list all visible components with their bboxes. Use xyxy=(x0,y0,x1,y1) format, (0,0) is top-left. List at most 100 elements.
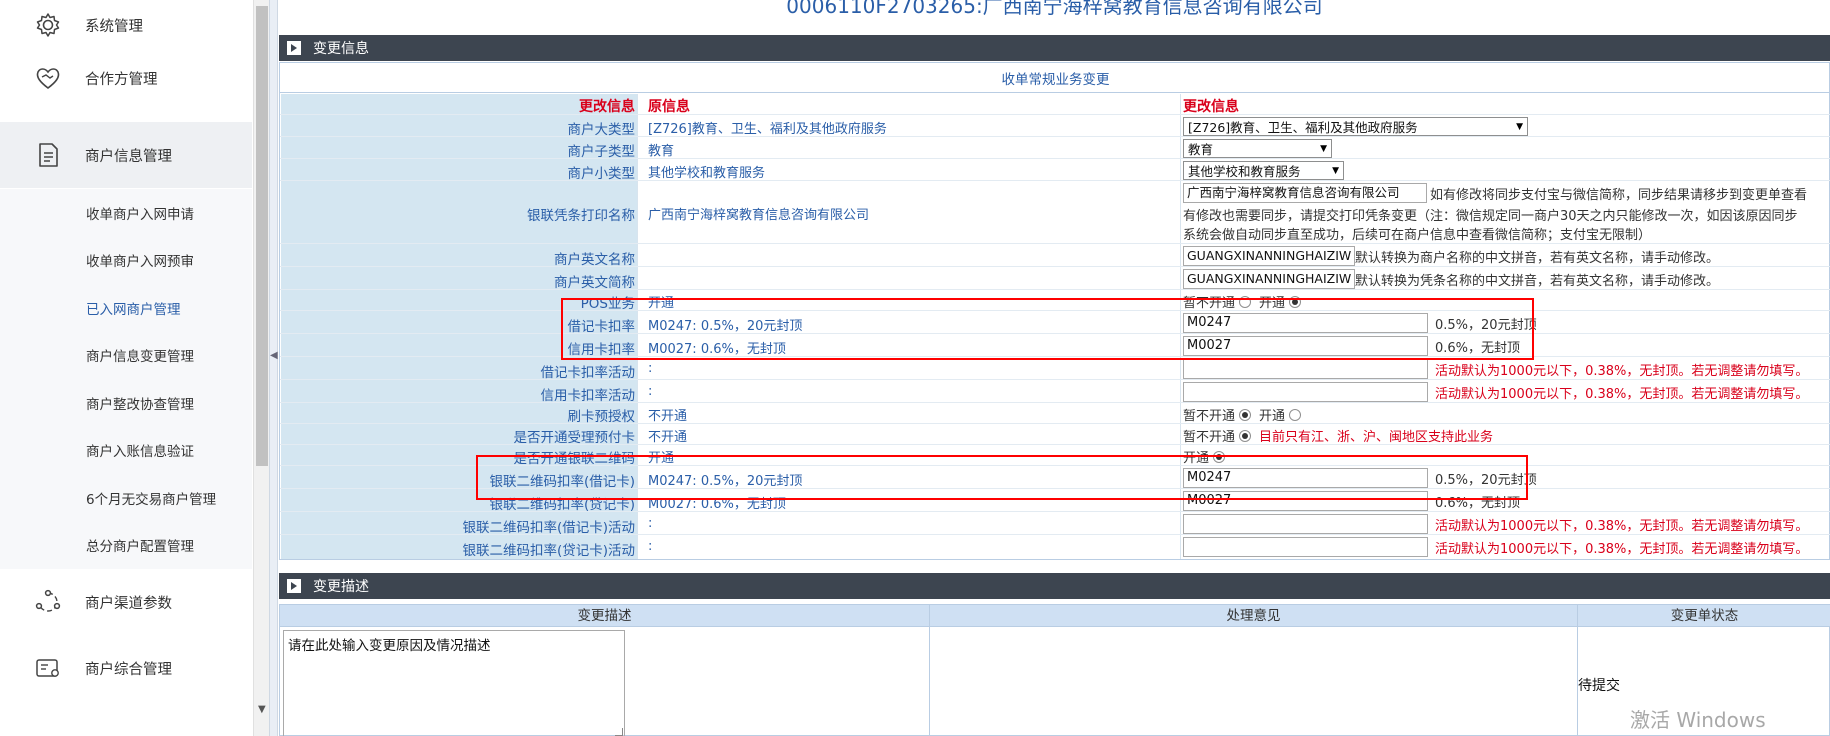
qr-debit-promo-input[interactable] xyxy=(1183,514,1428,534)
field-original: [Z726]教育、卫生、福利及其他政府服务 xyxy=(648,122,887,137)
submenu-item-no-trade[interactable]: 6个月无交易商户管理 xyxy=(0,474,252,521)
field-label: 商户英文简称 xyxy=(554,275,635,291)
field-original: 广西南宁海梓窝教育信息咨询有限公司 xyxy=(648,208,870,223)
collapse-arrow-icon[interactable]: ◀ xyxy=(270,350,278,361)
header-original: 原信息 xyxy=(648,99,690,115)
scroll-down-arrow-icon[interactable]: ▼ xyxy=(258,704,266,715)
row-sub-type: 商户子类型 教育 教育 ▼ xyxy=(280,138,1830,160)
field-original: : xyxy=(648,384,653,399)
select-value: 教育 xyxy=(1188,142,1214,157)
prepaid-off-radio[interactable] xyxy=(1239,429,1252,442)
submenu-item-account-verify[interactable]: 商户入账信息验证 xyxy=(0,426,252,473)
network-icon xyxy=(35,589,61,612)
handshake-icon xyxy=(36,68,60,90)
submenu-item-label: 总分商户配置管理 xyxy=(86,538,194,555)
field-label: 是否开通受理预付卡 xyxy=(513,430,636,446)
print-name-hint: 系统会做自动同步直至成功，后续可在商户信息中查看微信简称；支付宝无限制） xyxy=(1183,228,1652,243)
scrollbar-thumb[interactable] xyxy=(256,6,268,466)
sidebar-item-label: 系统管理 xyxy=(85,18,143,35)
field-label: 商户大类型 xyxy=(567,122,636,138)
sidebar-item-label: 合作方管理 xyxy=(85,71,158,88)
sub-type-select[interactable]: 教育 ▼ xyxy=(1183,139,1332,158)
prepaid-note: 目前只有江、浙、沪、闽地区支持此业务 xyxy=(1259,430,1494,445)
main-content: 0006110F2703265:广西南宁海梓窝教育信息咨询有限公司 变更信息 收… xyxy=(279,0,1830,736)
qr-credit-promo-note: 活动默认为1000元以下，0.38%，无封顶。若无调整请勿填写。 xyxy=(1435,541,1809,557)
row-prepaid: 是否开通受理预付卡 不开通 暂不开通 目前只有江、浙、沪、闽地区支持此业务 xyxy=(280,425,1830,446)
row-credit-promo: 信用卡扣率活动 : 活动默认为1000元以下，0.38%，无封顶。若无调整请勿填… xyxy=(280,381,1830,404)
row-qr-credit-promo: 银联二维码扣率(贷记卡)活动 : 活动默认为1000元以下，0.38%，无封顶。… xyxy=(280,536,1830,559)
submenu-item-rectify-manage[interactable]: 商户整改协查管理 xyxy=(0,379,252,426)
field-original: 教育 xyxy=(648,144,675,159)
sidebar-item-channel-params[interactable]: 商户渠道参数 xyxy=(0,569,252,635)
header-change-label: 更改信息 xyxy=(579,99,635,115)
column-header: 变更单状态 xyxy=(1578,605,1830,627)
submenu-item-branch-config[interactable]: 总分商户配置管理 xyxy=(0,521,252,568)
submenu-item-label: 商户整改协查管理 xyxy=(86,396,194,413)
print-name-hint: 有修改也需要同步，请提交打印凭条变更（注：微信规定同一商户30天之内只能修改一次… xyxy=(1183,209,1798,224)
preauth-on-radio[interactable] xyxy=(1289,408,1302,421)
divider xyxy=(929,605,930,736)
submenu-item-change-manage[interactable]: 商户信息变更管理 xyxy=(0,331,252,378)
resize-grip-icon[interactable] xyxy=(615,728,623,736)
submenu-item-entry-precheck[interactable]: 收单商户入网预审 xyxy=(0,236,252,283)
sidebar-item-comprehensive[interactable]: 商户综合管理 xyxy=(0,635,252,701)
field-label: 刷卡预授权 xyxy=(567,409,636,425)
divider xyxy=(1577,605,1578,736)
sidebar-scrollbar[interactable]: ▼ xyxy=(253,0,269,736)
field-original: : xyxy=(648,539,653,554)
field-label: 银联二维码扣率(借记卡)活动 xyxy=(462,520,635,536)
sidebar-splitter[interactable]: ◀ xyxy=(269,0,278,736)
qr-credit-promo-input[interactable] xyxy=(1183,537,1428,557)
annotation-box xyxy=(476,455,1528,500)
submenu-item-entered-manage[interactable]: 已入网商户管理 xyxy=(0,284,252,331)
section-play-icon xyxy=(287,579,301,593)
debit-promo-input[interactable] xyxy=(1183,359,1428,379)
print-name-input[interactable]: 广西南宁海梓窝教育信息咨询有限公司 xyxy=(1183,183,1427,203)
radio-label: 暂不开通 xyxy=(1183,430,1236,445)
sidebar-item-merchant-info[interactable]: 商户信息管理 xyxy=(0,122,252,188)
sidebar-item-label: 商户渠道参数 xyxy=(85,595,172,612)
english-short-input[interactable]: GUANGXINANNINGHAIZIW xyxy=(1183,269,1355,289)
sidebar-item-partner[interactable]: 合作方管理 xyxy=(0,45,252,111)
row-major-type: 商户大类型 [Z726]教育、卫生、福利及其他政府服务 [Z726]教育、卫生、… xyxy=(280,116,1830,138)
submenu-item-label: 已入网商户管理 xyxy=(86,301,181,318)
english-short-hint: 默认转换为凭条名称的中文拼音，若有英文名称，请手动修改。 xyxy=(1355,273,1720,289)
preauth-off-radio[interactable] xyxy=(1239,408,1252,421)
row-debit-promo: 借记卡扣率活动 : 活动默认为1000元以下，0.38%，无封顶。若无调整请勿填… xyxy=(280,358,1830,381)
submenu-item-entry-apply[interactable]: 收单商户入网申请 xyxy=(0,189,252,236)
english-name-input[interactable]: GUANGXINANNINGHAIZIW xyxy=(1183,246,1355,266)
gear-icon xyxy=(36,13,60,37)
change-desc-table: 变更描述 处理意见 变更单状态 请在此处输入变更原因及情况描述 待提交 xyxy=(279,604,1830,736)
field-label: 商户小类型 xyxy=(567,166,636,182)
print-name-hint: 如有修改将同步支付宝与微信简称，同步结果请移步到变更单查看 xyxy=(1430,187,1808,203)
row-minor-type: 商户小类型 其他学校和教育服务 其他学校和教育服务 ▼ xyxy=(280,160,1830,182)
document-icon xyxy=(39,143,58,167)
change-desc-textarea[interactable]: 请在此处输入变更原因及情况描述 xyxy=(283,630,625,736)
field-original: 其他学校和教育服务 xyxy=(648,166,766,181)
submenu-item-label: 商户入账信息验证 xyxy=(86,443,194,460)
minor-type-select[interactable]: 其他学校和教育服务 ▼ xyxy=(1183,161,1344,180)
row-english-name: 商户英文名称 GUANGXINANNINGHAIZIW 默认转换为商户名称的中文… xyxy=(280,245,1830,268)
sidebar-item-label: 商户信息管理 xyxy=(85,148,172,165)
sidebar: 系统管理 合作方管理 商户信息管理 收单商户入网申请 收单商户入网预审 已入网商… xyxy=(0,0,252,736)
major-type-select[interactable]: [Z726]教育、卫生、福利及其他政府服务 ▼ xyxy=(1183,117,1528,136)
section-header-change-desc: 变更描述 xyxy=(279,573,1830,599)
select-value: 其他学校和教育服务 xyxy=(1188,164,1301,179)
english-name-hint: 默认转换为商户名称的中文拼音，若有英文名称，请手动修改。 xyxy=(1355,250,1720,266)
change-info-panel: 收单常规业务变更 更改信息 原信息 更改信息 商户大类型 [Z726]教育、卫生… xyxy=(279,62,1830,560)
row-english-short: 商户英文简称 GUANGXINANNINGHAIZIW 默认转换为凭条名称的中文… xyxy=(280,268,1830,291)
debit-promo-note: 活动默认为1000元以下，0.38%，无封顶。若无调整请勿填写。 xyxy=(1435,363,1809,379)
submenu-item-label: 6个月无交易商户管理 xyxy=(86,491,217,508)
field-label: 银联二维码扣率(贷记卡)活动 xyxy=(462,543,635,559)
textarea-placeholder: 请在此处输入变更原因及情况描述 xyxy=(288,638,491,654)
header-new: 更改信息 xyxy=(1183,99,1239,115)
sidebar-item-label: 商户综合管理 xyxy=(85,661,172,678)
annotation-box xyxy=(561,298,1534,360)
radio-label: 暂不开通 xyxy=(1183,409,1236,424)
credit-promo-input[interactable] xyxy=(1183,382,1428,402)
section-play-icon xyxy=(287,41,301,55)
field-label: 信用卡扣率活动 xyxy=(540,388,636,404)
field-label: 商户英文名称 xyxy=(554,252,635,268)
divider xyxy=(280,92,1830,93)
row-preauth: 刷卡预授权 不开通 暂不开通 开通 xyxy=(280,404,1830,425)
